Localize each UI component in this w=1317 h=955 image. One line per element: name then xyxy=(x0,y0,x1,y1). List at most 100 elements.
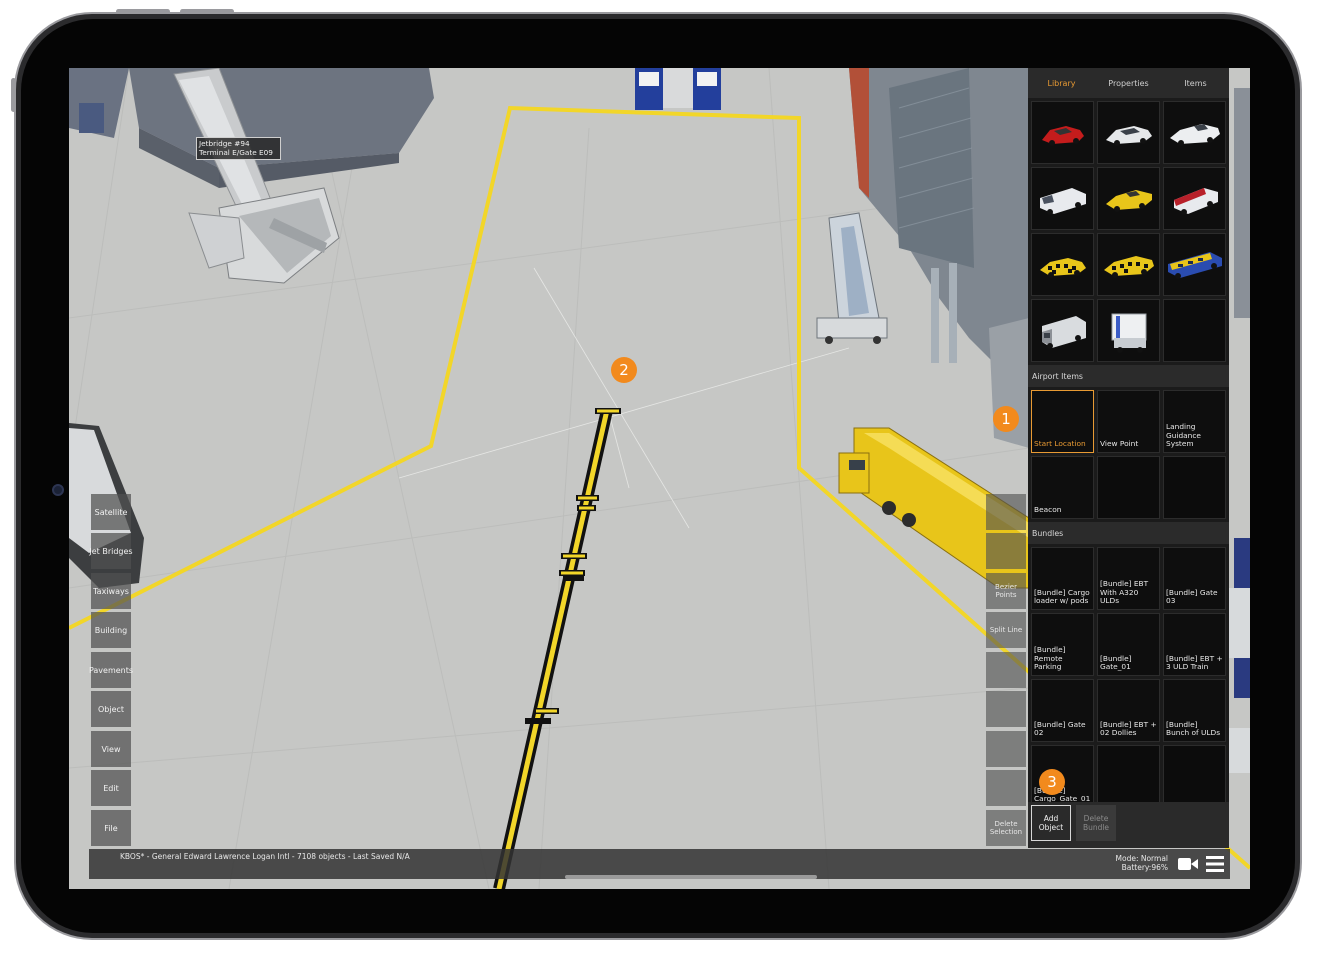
white-sedan-icon xyxy=(1106,126,1152,146)
tile-label: [Bundle] EBT With A320 ULDs xyxy=(1100,579,1149,606)
tile-label: Landing Guidance System xyxy=(1166,422,1201,449)
bundles-header: Bundles xyxy=(1028,522,1229,544)
library-panel: Library Properties Items Airport Items S… xyxy=(1028,68,1229,848)
white-van-icon xyxy=(1040,188,1086,215)
bundle-tile[interactable]: [Bundle] EBT + 02 Dollies xyxy=(1097,679,1160,742)
nav-jet-bridges-button[interactable]: Jet Bridges xyxy=(89,533,133,569)
vehicle-tile[interactable] xyxy=(1163,167,1226,230)
bundle-tile[interactable]: [Bundle] Cargo loader w/ pods xyxy=(1031,547,1094,610)
nav-taxiways-button[interactable]: Taxiways xyxy=(91,573,131,609)
callout-2: 2 xyxy=(611,357,637,383)
vehicle-tile[interactable] xyxy=(1163,233,1226,296)
nav-object-button[interactable]: Object xyxy=(91,691,131,727)
vehicle-tile[interactable] xyxy=(1031,233,1094,296)
vehicle-tile[interactable] xyxy=(1163,101,1226,164)
vehicle-tile[interactable] xyxy=(1097,233,1160,296)
tile-label: [Bundle] Gate 02 xyxy=(1034,719,1086,738)
jetbridge-gate: Terminal E/Gate E09 xyxy=(199,148,273,158)
empty-tile xyxy=(1163,745,1226,808)
jetbridge-name: Jetbridge #94 xyxy=(199,139,250,148)
white-pickup-icon xyxy=(1170,124,1220,146)
split-line-button[interactable]: Split Line xyxy=(986,612,1026,648)
landing-guidance-tile[interactable]: Landing Guidance System xyxy=(1163,390,1226,453)
tile-label: [Bundle] Cargo loader w/ pods xyxy=(1034,587,1090,606)
tile-label: [Bundle] EBT + 02 Dollies xyxy=(1100,719,1157,738)
empty-tile xyxy=(1097,456,1160,519)
checkered-pickup-icon xyxy=(1104,256,1154,278)
gate-vehicle-top xyxy=(635,68,721,110)
mode-text: Mode: Normal xyxy=(1115,854,1168,863)
yellow-pickup-icon xyxy=(1106,190,1152,212)
tool-button-6[interactable] xyxy=(986,691,1026,727)
tile-label: View Point xyxy=(1100,439,1139,449)
tool-button-7[interactable] xyxy=(986,731,1026,767)
hamburger-menu-icon[interactable] xyxy=(1206,856,1224,872)
tab-items[interactable]: Items xyxy=(1162,68,1229,98)
empty-tile xyxy=(1163,299,1226,362)
tile-label: [Bundle] Remote Parking xyxy=(1034,645,1066,672)
airport-items-header: Airport Items xyxy=(1028,365,1229,387)
vehicle-tile[interactable] xyxy=(1031,299,1094,362)
tile-label: Start Location xyxy=(1034,439,1086,449)
vehicle-grid xyxy=(1028,98,1229,365)
side-button xyxy=(11,78,16,112)
tool-button-1[interactable] xyxy=(986,494,1026,530)
bundle-tile[interactable]: [Bundle] Gate_01 xyxy=(1097,613,1160,676)
home-indicator[interactable] xyxy=(565,875,817,879)
vehicle-tile[interactable] xyxy=(1097,299,1160,362)
app-screen: Jetbridge #94 Terminal E/Gate E09 Satell… xyxy=(69,68,1250,889)
jetbridge-tooltip: Jetbridge #94 Terminal E/Gate E09 xyxy=(196,137,281,160)
tool-button-8[interactable] xyxy=(986,770,1026,806)
nav-view-button[interactable]: View xyxy=(91,731,131,767)
nav-satellite-button[interactable]: Satellite xyxy=(91,494,131,530)
mode-readout: Mode: Normal Battery:96% xyxy=(1116,854,1168,873)
white-truck-icon xyxy=(1042,316,1086,349)
bundle-tile[interactable]: [Bundle] Remote Parking xyxy=(1031,613,1094,676)
start-location-tile[interactable]: Start Location xyxy=(1031,390,1094,453)
bundle-tile[interactable]: [Bundle] Bunch of ULDs xyxy=(1163,679,1226,742)
checkered-car-icon xyxy=(1040,258,1086,278)
tab-library[interactable]: Library xyxy=(1028,68,1095,98)
nav-edit-button[interactable]: Edit xyxy=(91,770,131,806)
video-camera-icon[interactable] xyxy=(1178,857,1198,871)
tile-label: [Bundle] EBT + 3 ULD Train xyxy=(1166,653,1223,672)
empty-tile xyxy=(1163,456,1226,519)
vehicle-tile[interactable] xyxy=(1097,167,1160,230)
bezier-points-button[interactable]: Bezier Points xyxy=(986,573,1026,609)
vehicle-tile[interactable] xyxy=(1031,101,1094,164)
bundle-tile[interactable]: [Bundle] EBT With A320 ULDs xyxy=(1097,547,1160,610)
view-point-tile[interactable]: View Point xyxy=(1097,390,1160,453)
catering-truck-icon xyxy=(1111,313,1147,353)
battery-text: Battery:96% xyxy=(1121,863,1168,873)
airport-items-grid: Start Location View Point Landing Guidan… xyxy=(1028,387,1229,522)
bundle-tile[interactable]: [Bundle] Gate 02 xyxy=(1031,679,1094,742)
tool-button-5[interactable] xyxy=(986,652,1026,688)
volume-button xyxy=(116,9,170,14)
tile-label: [Bundle] Gate 03 xyxy=(1166,587,1218,606)
bundle-tile[interactable]: [Bundle] Gate 03 xyxy=(1163,547,1226,610)
nav-building-button[interactable]: Building xyxy=(91,612,131,648)
front-camera xyxy=(52,484,64,496)
empty-tile xyxy=(1097,745,1160,808)
delete-selection-button[interactable]: Delete Selection xyxy=(986,810,1026,846)
panel-footer: Add Object Delete Bundle xyxy=(1028,802,1229,848)
nav-file-button[interactable]: File xyxy=(91,810,131,846)
vehicle-tile[interactable] xyxy=(1031,167,1094,230)
red-van-icon xyxy=(1174,188,1218,215)
tab-properties[interactable]: Properties xyxy=(1095,68,1162,98)
vehicle-tile[interactable] xyxy=(1097,101,1160,164)
tile-label: Beacon xyxy=(1034,505,1062,515)
delete-bundle-button[interactable]: Delete Bundle xyxy=(1076,805,1116,841)
callout-3: 3 xyxy=(1039,769,1065,795)
beacon-tile[interactable]: Beacon xyxy=(1031,456,1094,519)
tool-button-2[interactable] xyxy=(986,533,1026,569)
airport-status-text: KBOS* - General Edward Lawrence Logan In… xyxy=(120,852,410,861)
panel-tabs: Library Properties Items xyxy=(1028,68,1229,98)
volume-button xyxy=(180,9,234,14)
bus-icon xyxy=(1168,252,1222,279)
bundle-tile[interactable]: [Bundle] EBT + 3 ULD Train xyxy=(1163,613,1226,676)
red-car-icon xyxy=(1042,126,1084,146)
callout-1: 1 xyxy=(993,406,1019,432)
nav-pavements-button[interactable]: Pavements xyxy=(89,652,133,688)
add-object-button[interactable]: Add Object xyxy=(1031,805,1071,841)
